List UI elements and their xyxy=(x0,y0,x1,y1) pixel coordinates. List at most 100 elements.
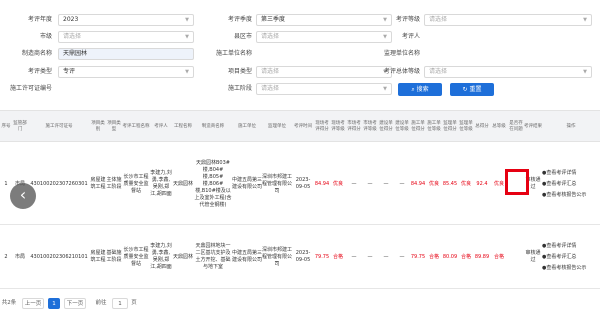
city-select[interactable]: 请选择 ▼ xyxy=(58,31,194,43)
filter-row-2: 市级 请选择 ▼ 县区市 请选择 ▼ 考评人 xyxy=(0,31,600,45)
next-page-button[interactable]: 下一页 xyxy=(64,298,86,309)
page-suffix: 页 xyxy=(131,300,137,306)
chevron-down-icon: ▼ xyxy=(583,17,587,23)
cell-evaluator: 李建力,刘勇,李鑫,吴刚,郑江,胡四面 xyxy=(150,243,172,270)
column-header: 总得分 xyxy=(475,124,489,129)
highlight-box xyxy=(505,169,529,195)
filter-row-4: 考评类型 专评 ▼ 项目类型 请选择 ▼ 考评总体等级 请选择 ▼ xyxy=(0,66,600,80)
evaluator-label: 考评人 xyxy=(401,33,420,40)
cell-date: 2023-09-05 xyxy=(295,250,311,263)
prev-page-button[interactable]: 上一页 xyxy=(22,298,44,309)
filter-row-1: 考评年度 2023 ▼ 考评季度 第三季度 ▼ 考评等级 请选择 ▼ xyxy=(0,14,600,28)
reset-button[interactable]: ↻ 重置 xyxy=(450,83,494,96)
chevron-down-icon: ▼ xyxy=(185,34,189,40)
evaluator-input[interactable] xyxy=(424,31,592,43)
column-header: 施工单位 xyxy=(238,124,256,129)
filter-row-5: 施工许可证编号 施工阶段 请选择 ▼ ⌕ 搜索 ↻ 重置 xyxy=(0,83,600,97)
year-select[interactable]: 2023 ▼ xyxy=(58,14,194,26)
goto-page-input[interactable]: 1 xyxy=(112,298,128,309)
chevron-down-icon: ▼ xyxy=(185,69,189,75)
cell-s1: 79.75 xyxy=(314,253,330,260)
column-header: 建设单位得分 xyxy=(379,121,393,132)
cell-s4: 84.94 xyxy=(410,180,426,187)
cell-date: 2023-09-05 xyxy=(295,177,311,190)
column-header: 建设单位等级 xyxy=(395,121,409,132)
cell-constructor: 中建五局第三建设有限公司 xyxy=(232,250,263,263)
column-header: 监管部门 xyxy=(13,121,27,132)
cell-project: 长沙市工程质量安全监督站 xyxy=(123,246,149,267)
cell-g3: — xyxy=(399,180,405,187)
cell-index: 1 xyxy=(4,180,8,187)
project-type-label: 项目类型 xyxy=(227,68,252,75)
cell-dept: 市局 xyxy=(14,253,25,260)
cell-s5: 85.45 xyxy=(442,180,458,187)
cell-s2: — xyxy=(351,253,357,260)
column-header: 市场考评等级 xyxy=(363,121,377,132)
county-select[interactable]: 请选择 ▼ xyxy=(256,31,392,43)
chevron-down-icon: ▼ xyxy=(383,86,387,92)
cell-maker: 天鼎园林地块一二区基坑支护及土方开挖、基础与地下室 xyxy=(195,243,231,270)
action-link[interactable]: ●查看考评详情 xyxy=(542,241,576,252)
column-header: 施工单位得分 xyxy=(411,121,425,132)
cell-g5: 优良 xyxy=(460,180,471,187)
type-label: 考评类型 xyxy=(27,68,52,75)
cell-g2: — xyxy=(367,180,373,187)
column-header: 现场考评等级 xyxy=(331,121,345,132)
cell-s6: 89.89 xyxy=(474,253,490,260)
column-header: 现场考评得分 xyxy=(315,121,329,132)
cell-g4: 优良 xyxy=(428,180,439,187)
page-1-button[interactable]: 1 xyxy=(48,298,60,309)
city-label: 市级 xyxy=(39,33,52,40)
score-grade-label: 考评总体等级 xyxy=(383,68,420,75)
cell-s3: — xyxy=(383,253,389,260)
type-select[interactable]: 专评 ▼ xyxy=(58,66,194,78)
action-link[interactable]: ●查看考评汇总 xyxy=(542,179,576,190)
action-link[interactable]: ●查看考评详情 xyxy=(542,168,576,179)
cell-supervisor: 深圳市邦建工程管理有限公司 xyxy=(262,173,293,194)
score-grade-select[interactable]: 请选择 ▼ xyxy=(424,66,592,78)
grade-select[interactable]: 请选择 ▼ xyxy=(424,14,592,26)
builder-input[interactable] xyxy=(424,48,592,60)
action-link[interactable]: ●查看考评汇总 xyxy=(542,252,576,263)
builder-label: 监理单位名称 xyxy=(383,50,420,57)
row-actions: ●查看考评详情 ●查看考评汇总 ●查看考核报告公示 xyxy=(542,225,600,289)
cell-g3: — xyxy=(399,253,405,260)
permit-label: 施工单位名称 xyxy=(215,50,252,57)
search-button[interactable]: ⌕ 搜索 xyxy=(398,83,442,96)
table-row: 2 市局 430100202306210101 房屋建筑工程 基础施工阶段 长沙市工程质量… xyxy=(0,225,600,289)
chevron-left-icon[interactable]: ‹ xyxy=(10,183,36,209)
quarter-select[interactable]: 第三季度 ▼ xyxy=(256,14,392,26)
column-header: 项目类别 xyxy=(91,121,105,132)
column-header: 操作 xyxy=(566,124,576,129)
filter-panel: 考评年度 2023 ▼ 考评季度 第三季度 ▼ 考评等级 请选择 ▼ 市级 请选择 ▼ … xyxy=(0,14,600,100)
column-header: 工程名称 xyxy=(174,124,192,129)
total-count: 共2条 xyxy=(1,300,17,306)
cell-project: 长沙市工程质量安全监督站 xyxy=(123,173,149,194)
cell-g2: — xyxy=(367,253,373,260)
column-header: 考评结果 xyxy=(524,124,542,129)
year-label: 考评年度 xyxy=(27,16,52,23)
cell-s1: 84.94 xyxy=(314,180,330,187)
license-input[interactable] xyxy=(58,83,194,95)
cell-constructor: 中建五局第三建设有限公司 xyxy=(232,177,263,190)
cell-ptype: 基础施工阶段 xyxy=(106,250,122,263)
company-input[interactable]: 天鼎园林 xyxy=(58,48,194,60)
cell-g5: 合格 xyxy=(460,253,471,260)
column-header: 施工单位等级 xyxy=(427,121,441,132)
cell-index: 2 xyxy=(4,253,8,260)
cell-g6: 合格 xyxy=(493,253,504,260)
filter-row-3: 制造商名称 天鼎园林 施工单位名称 监理单位名称 xyxy=(0,48,600,62)
stage-select[interactable]: 请选择 ▼ xyxy=(256,83,392,95)
cell-s4: 79.75 xyxy=(410,253,426,260)
cell-work_name: 天鼎园林 xyxy=(172,180,193,187)
column-header: 制造商名称 xyxy=(201,124,225,129)
action-link[interactable]: ●查看考核报告公示 xyxy=(542,190,586,201)
cell-s5: 80.09 xyxy=(442,253,458,260)
cell-problem xyxy=(508,225,524,289)
row-actions: ●查看考评详情 ●查看考评汇总 ●查看考核报告公示 xyxy=(542,143,600,225)
action-link[interactable]: ●查看考核报告公示 xyxy=(542,263,586,274)
quarter-label: 考评季度 xyxy=(227,16,252,23)
cell-supervisor: 深圳市邦建工程管理有限公司 xyxy=(262,246,293,267)
goto-label: 前往 xyxy=(95,300,107,306)
cell-s2: — xyxy=(351,180,357,187)
